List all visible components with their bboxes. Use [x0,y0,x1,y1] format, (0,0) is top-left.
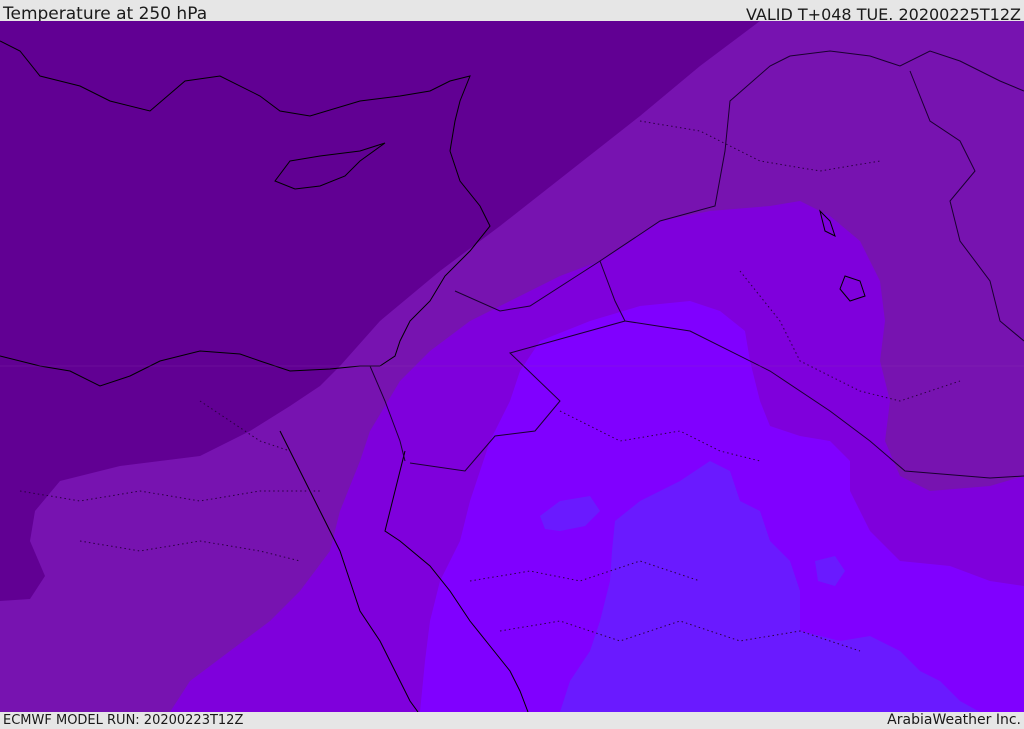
footer-bar: ECMWF MODEL RUN: 20200223T12Z ArabiaWeat… [0,712,1024,729]
credit-label: ArabiaWeather Inc. [887,712,1021,728]
temperature-map [0,21,1024,712]
header-bar: Temperature at 250 hPa VALID T+048 TUE. … [0,0,1024,24]
weather-map-frame: Temperature at 250 hPa VALID T+048 TUE. … [0,0,1024,729]
model-run-label: ECMWF MODEL RUN: 20200223T12Z [3,713,244,728]
